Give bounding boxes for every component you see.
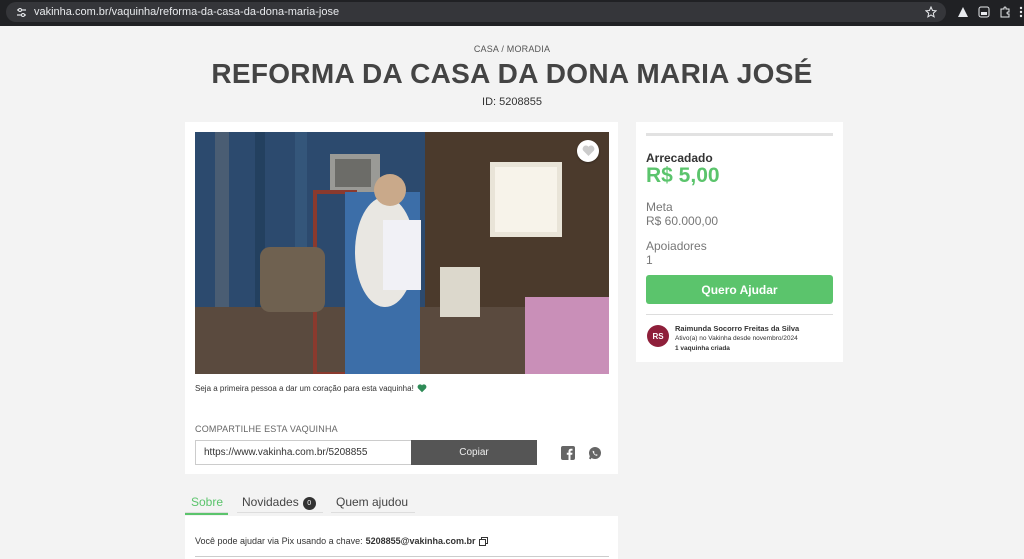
owner-campaign-count: 1 vaquinha criada — [675, 345, 730, 352]
favorite-heart-button[interactable] — [577, 140, 599, 162]
page-title: REFORMA DA CASA DA DONA MARIA JOSÉ — [211, 58, 813, 89]
tab-novidades-label: Novidades — [242, 495, 299, 509]
progress-bar — [646, 133, 833, 136]
owner-name[interactable]: Raimunda Socorro Freitas da Silva — [675, 324, 799, 333]
extension-icon[interactable] — [956, 5, 970, 19]
facebook-icon[interactable] — [561, 446, 575, 460]
puzzle-icon[interactable] — [998, 5, 1012, 19]
raised-value: R$ 5,00 — [646, 164, 720, 187]
about-panel: Você pode ajudar via Pix usando a chave:… — [185, 516, 618, 559]
copy-icon[interactable] — [479, 536, 489, 546]
address-bar[interactable]: vakinha.com.br/vaquinha/reforma-da-casa-… — [6, 2, 946, 22]
goal-label: Meta — [646, 200, 673, 214]
goal-value: R$ 60.000,00 — [646, 214, 719, 228]
donation-summary-card: Arrecadado R$ 5,00 Meta R$ 60.000,00 Apo… — [636, 122, 843, 362]
bookmark-star-icon[interactable] — [924, 5, 938, 19]
share-label: COMPARTILHE ESTA VAQUINHA — [195, 424, 338, 434]
avatar[interactable]: RS — [647, 325, 669, 347]
copy-button[interactable]: Copiar — [411, 440, 537, 465]
tab-quem-ajudou[interactable]: Quem ajudou — [336, 495, 408, 515]
pix-info: Você pode ajudar via Pix usando a chave:… — [195, 536, 489, 546]
campaign-id: ID: 5208855 — [482, 96, 542, 108]
share-url-input[interactable] — [195, 440, 411, 465]
content-tabs: Sobre Novidades 0 Quem ajudou — [185, 490, 618, 515]
menu-icon[interactable] — [1014, 5, 1024, 19]
pix-key[interactable]: 5208855@vakinha.com.br — [366, 536, 476, 546]
campaign-card: Seja a primeira pessoa a dar um coração … — [185, 122, 618, 474]
tune-icon[interactable] — [14, 5, 28, 19]
heart-icon — [582, 145, 594, 156]
supporters-label: Apoiadores — [646, 239, 707, 253]
tab-sobre[interactable]: Sobre — [185, 495, 228, 515]
novidades-count-badge: 0 — [302, 497, 316, 510]
help-button[interactable]: Quero Ajudar — [646, 275, 833, 304]
divider — [646, 314, 833, 315]
green-heart-icon — [417, 384, 427, 393]
pix-text: Você pode ajudar via Pix usando a chave: — [195, 536, 363, 546]
profile-icon[interactable] — [977, 5, 991, 19]
supporters-value: 1 — [646, 253, 653, 267]
owner-since: Ativo(a) no Vakinha desde novembro/2024 — [675, 335, 798, 342]
url-text[interactable]: vakinha.com.br/vaquinha/reforma-da-casa-… — [34, 6, 339, 18]
first-heart-message: Seja a primeira pessoa a dar um coração … — [195, 384, 427, 393]
browser-toolbar: vakinha.com.br/vaquinha/reforma-da-casa-… — [0, 0, 1024, 26]
raised-label: Arrecadado — [646, 151, 713, 165]
divider — [195, 556, 609, 557]
tab-novidades[interactable]: Novidades 0 — [242, 495, 316, 515]
campaign-photo — [195, 132, 609, 374]
whatsapp-icon[interactable] — [588, 446, 602, 460]
campaign-photo-illustration — [195, 132, 609, 374]
campaign-category[interactable]: CASA / MORADIA — [0, 44, 1024, 54]
